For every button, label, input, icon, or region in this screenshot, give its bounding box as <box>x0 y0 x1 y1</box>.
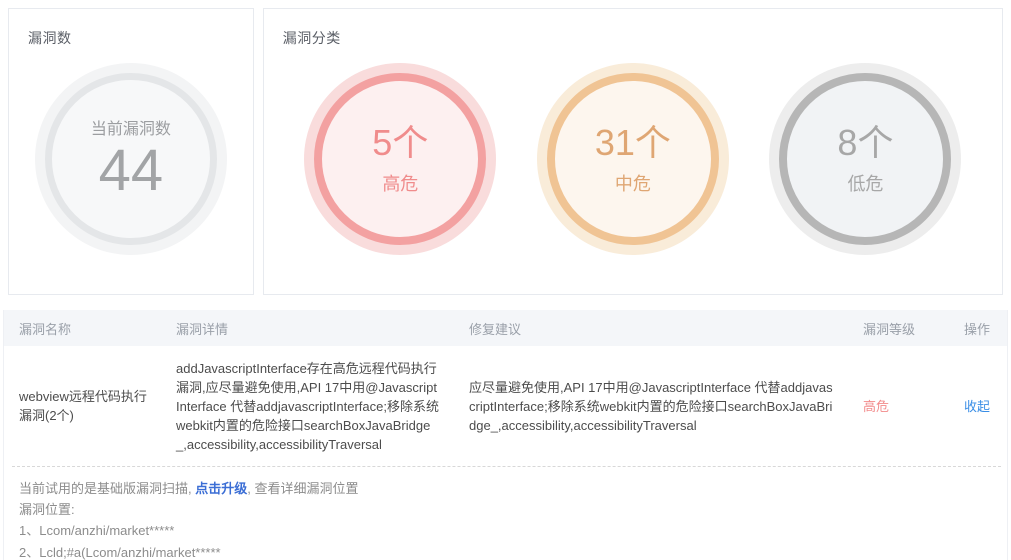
medium-severity-label: 中危 <box>614 174 651 195</box>
vuln-location-label: 漏洞位置: <box>19 502 75 517</box>
vuln-name-cell: webview远程代码执行漏洞(2个) <box>19 389 147 423</box>
table-row: webview远程代码执行漏洞(2个) addJavascriptInterfa… <box>4 346 1007 466</box>
low-severity-count: 8个 <box>837 121 894 163</box>
column-header-action: 操作 <box>964 321 991 337</box>
high-severity-label: 高危 <box>382 174 419 195</box>
collapse-row-link[interactable]: 收起 <box>949 385 1007 428</box>
high-severity-count: 5个 <box>372 121 429 163</box>
vuln-location-item: 1、Lcom/anzhi/market***** <box>19 523 175 538</box>
table-header-row: 漏洞名称 漏洞详情 修复建议 漏洞等级 操作 <box>4 310 1007 346</box>
column-header-suggestion: 修复建议 <box>469 321 522 337</box>
current-vuln-count-label: 当前漏洞数 <box>90 121 171 139</box>
upgrade-notice: 当前试用的是基础版漏洞扫描, 点击升级, 查看详细漏洞位置 <box>19 480 992 497</box>
upgrade-link[interactable]: 点击升级 <box>195 481 247 496</box>
column-header-level: 漏洞等级 <box>863 321 916 337</box>
vuln-count-card: 漏洞数 当前漏洞数 44 <box>8 8 254 295</box>
vulnerability-table: 漏洞名称 漏洞详情 修复建议 漏洞等级 操作 webview远程代码执行漏洞(2… <box>3 310 1008 560</box>
low-severity-label: 低危 <box>847 174 884 195</box>
total-circle: 当前漏洞数 44 <box>34 62 227 255</box>
vuln-detail-cell: addJavascriptInterface存在高危远程代码执行漏洞,应尽量避免… <box>176 360 439 452</box>
vuln-level-badge: 高危 <box>863 398 890 414</box>
summary-cards: 漏洞数 当前漏洞数 44 漏洞分类 5个 高危 31个 中危 8个 低危 <box>0 0 1011 295</box>
medium-severity-count: 31个 <box>594 121 671 163</box>
upgrade-notice-suffix: , 查看详细漏洞位置 <box>247 481 359 496</box>
medium-severity-circle: 31个 中危 <box>536 62 729 255</box>
column-header-name: 漏洞名称 <box>19 321 72 337</box>
vuln-suggestion-cell: 应尽量避免使用,API 17中用@JavascriptInterface 代替a… <box>469 379 833 433</box>
low-severity-circle: 8个 低危 <box>769 62 962 255</box>
column-header-detail: 漏洞详情 <box>176 321 229 337</box>
high-severity-circle: 5个 高危 <box>304 62 497 255</box>
vuln-count-card-title: 漏洞数 <box>28 30 72 46</box>
expanded-detail-panel: 当前试用的是基础版漏洞扫描, 点击升级, 查看详细漏洞位置 漏洞位置: 1、Lc… <box>4 466 1007 560</box>
vuln-classification-card-title: 漏洞分类 <box>282 30 341 46</box>
upgrade-notice-prefix: 当前试用的是基础版漏洞扫描, <box>19 481 196 496</box>
vuln-classification-card: 漏洞分类 5个 高危 31个 中危 8个 低危 <box>262 8 1003 295</box>
current-vuln-count-value: 44 <box>98 138 164 204</box>
vuln-location-item: 2、Lcld;#a(Lcom/anzhi/market***** <box>19 545 221 560</box>
